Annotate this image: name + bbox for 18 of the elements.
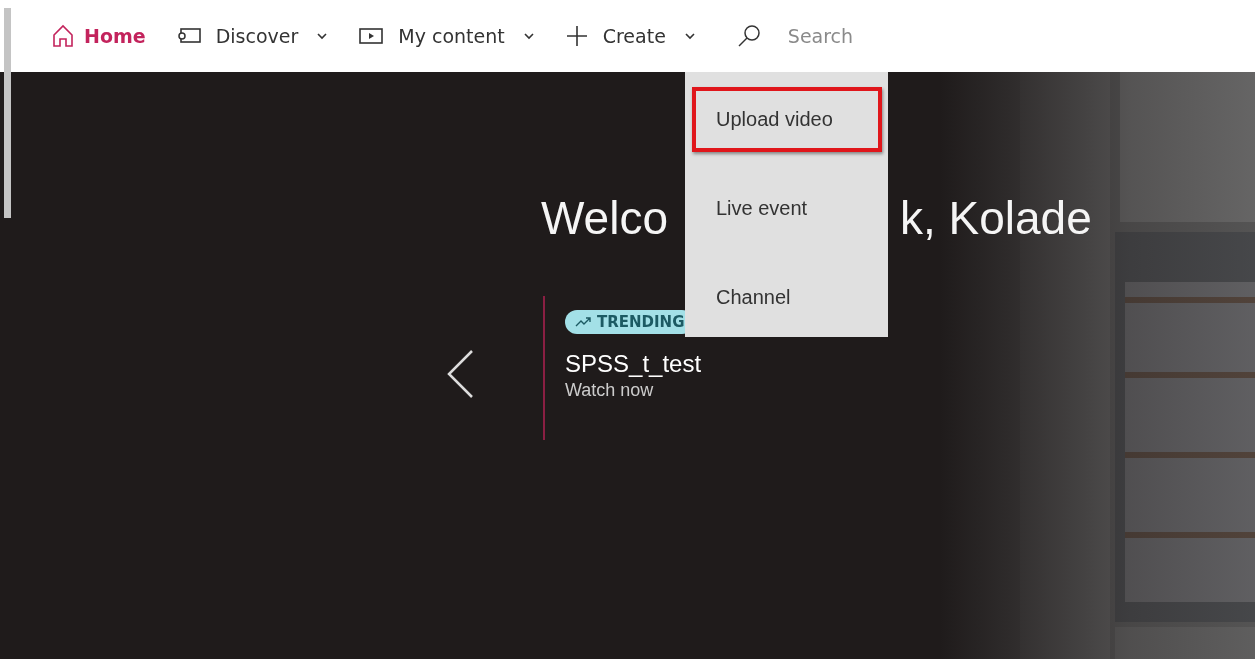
- home-icon: [52, 24, 74, 48]
- play-icon: [358, 27, 385, 45]
- video-title: SPSS_t_test: [565, 350, 702, 378]
- watch-link[interactable]: Watch now: [565, 380, 654, 401]
- menu-item[interactable]: Live event: [692, 176, 882, 241]
- nav-tab[interactable]: Create: [564, 24, 696, 48]
- nav-tab[interactable]: Discover: [175, 25, 329, 47]
- scrollbar[interactable]: [4, 8, 11, 218]
- search-field[interactable]: Search: [785, 24, 930, 48]
- menu-item[interactable]: Upload video: [692, 87, 882, 152]
- welcome-heading: Welco: [541, 191, 668, 246]
- nav-tab[interactable]: Home: [52, 24, 146, 48]
- welcome-heading: k, Kolade: [900, 191, 1092, 246]
- trend-icon: [575, 317, 591, 327]
- screen-icon: [175, 27, 202, 45]
- nav-tab[interactable]: My content: [358, 25, 535, 47]
- plus-icon: [564, 24, 589, 48]
- chevron-left-icon: [445, 348, 475, 400]
